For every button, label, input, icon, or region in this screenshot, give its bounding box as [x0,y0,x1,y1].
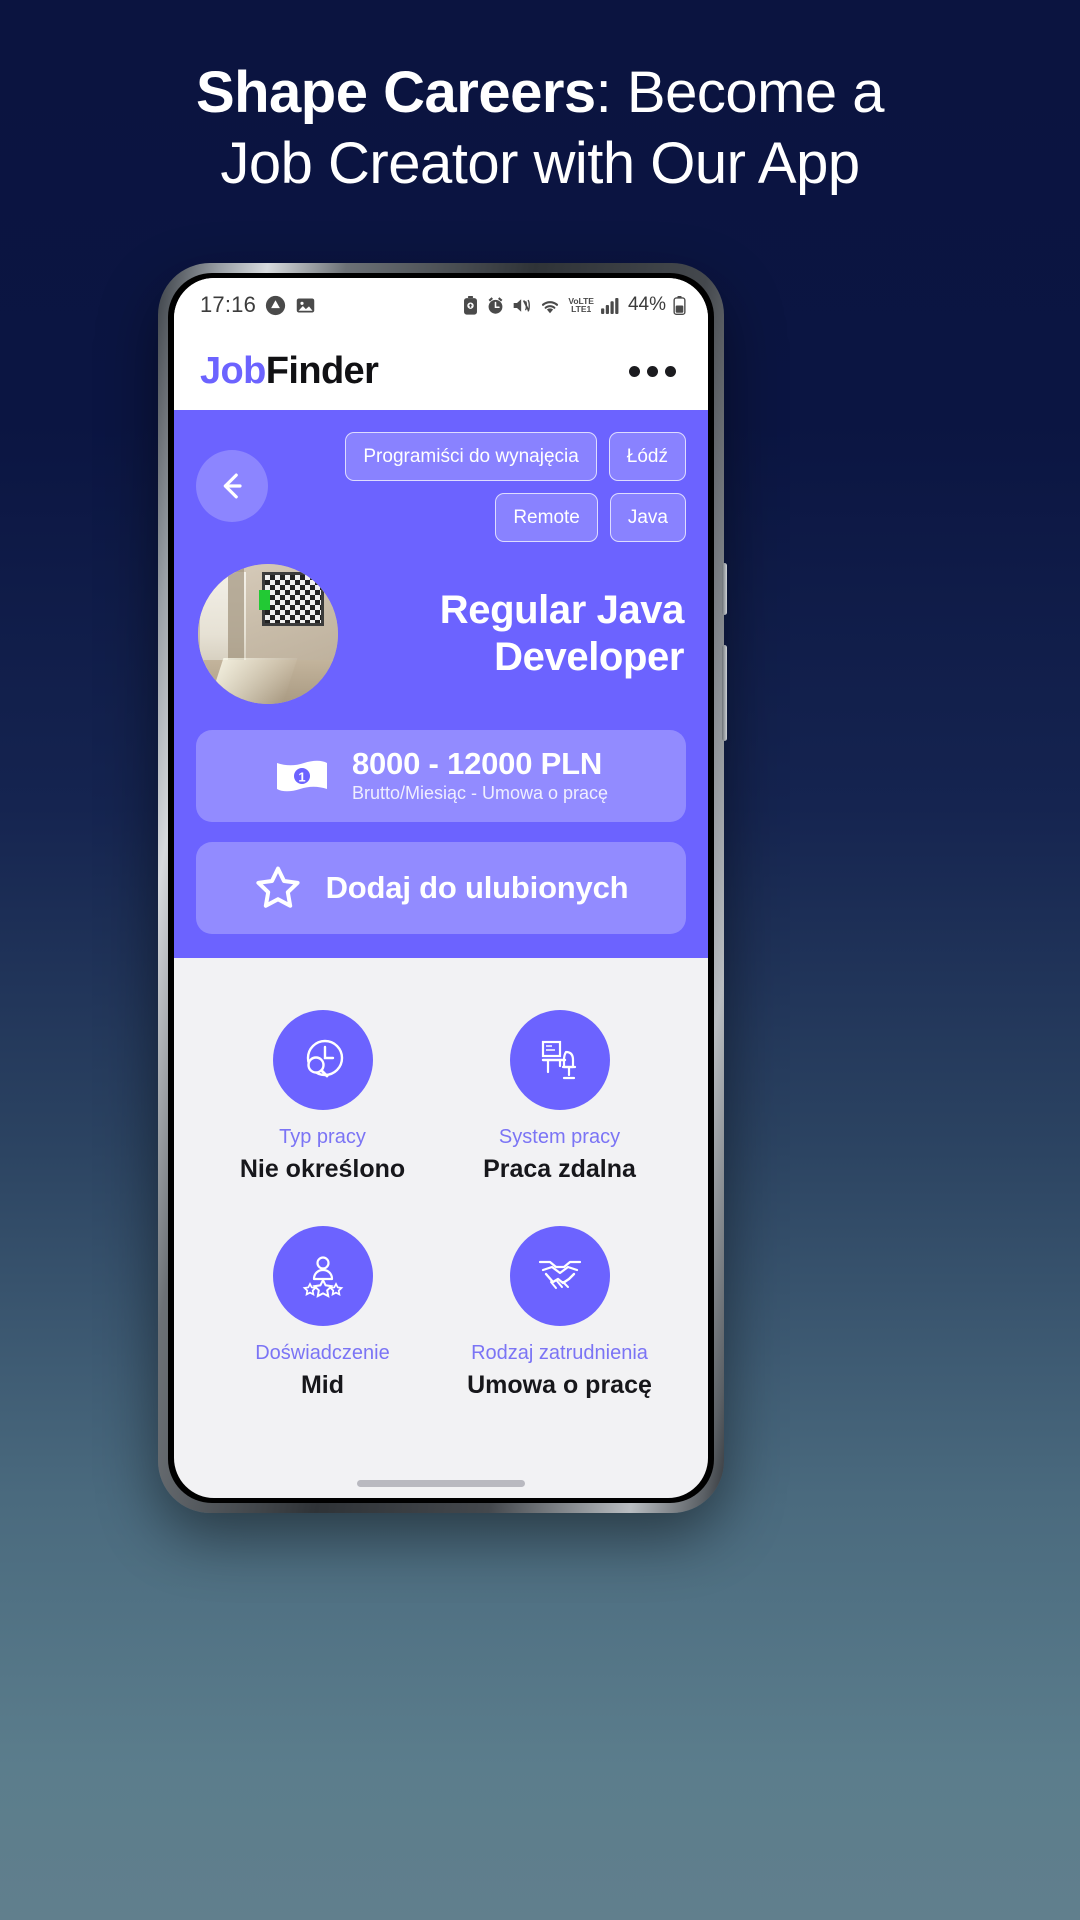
phone-screen: 17:16 VoLTE LTE1 44% JobFinder Programiś… [174,278,708,1498]
volte-indicator: VoLTE LTE1 [568,297,594,314]
menu-dot [647,365,658,377]
status-bar-right: VoLTE LTE1 44% [462,294,686,316]
svg-text:1: 1 [298,770,305,785]
detail-cell-job-type[interactable]: Typ pracy Nie określono [204,1010,441,1184]
job-header-row: Regular Java Developer [196,564,686,704]
job-details-grid: Typ pracy Nie określono System pracy Pra… [174,958,708,1410]
star-outline-icon [254,865,302,911]
promo-headline-rest: : Become a [595,60,885,125]
promo-headline-strong: Shape Careers [195,60,596,125]
app-logo[interactable]: JobFinder [200,349,379,393]
promo-headline-line2: Job Creator with Our App [220,130,860,196]
detail-value: Mid [300,1371,345,1399]
detail-value: Nie określono [239,1155,406,1183]
battery-saver-icon [462,295,479,315]
mute-icon [512,296,532,315]
phone-power-button [722,645,727,741]
avatar-light-beam [208,658,298,704]
job-tag-list: Programiści do wynajęcia Łódź Remote Jav… [278,428,686,542]
promo-headline-line1: Shape Careers: Become a [0,58,1080,129]
job-hero-section: Programiści do wynajęcia Łódź Remote Jav… [174,410,708,958]
volte-label-bottom: LTE1 [571,304,592,314]
detail-label: System pracy [498,1126,621,1148]
avatar-checkerboard [262,572,324,626]
wifi-icon [539,296,561,315]
banknote-icon: 1 [274,757,330,795]
photo-icon [295,295,316,316]
detail-label: Doświadczenie [255,1342,390,1364]
job-tag-chip[interactable]: Programiści do wynajęcia [345,432,597,481]
detail-cell-contract-type[interactable]: Rodzaj zatrudnienia Umowa o pracę [441,1226,678,1400]
salary-amount: 8000 - 12000 PLN [351,746,603,782]
detail-cell-experience[interactable]: Doświadczenie Mid [204,1226,441,1400]
promo-headline: Shape Careers: Become a Job Creator with… [0,58,1080,200]
avatar-green-marker [259,590,270,610]
detail-value: Umowa o pracę [467,1371,652,1399]
status-bar-left: 17:16 [200,292,316,318]
battery-percentage: 44% [627,294,666,315]
salary-details: Brutto/Miesiąc - Umowa o pracę [351,783,609,804]
job-title-line2: Developer [494,635,684,679]
detail-cell-work-system[interactable]: System pracy Praca zdalna [441,1010,678,1184]
detail-label: Rodzaj zatrudnienia [471,1342,648,1364]
phone-mockup: 17:16 VoLTE LTE1 44% JobFinder Programiś… [158,263,727,1513]
desk-chair-icon [509,1010,610,1110]
detail-label: Typ pracy [279,1126,366,1148]
app-logo-first: Job [200,349,266,392]
status-time: 17:16 [200,292,257,317]
add-to-favorites-label: Dodaj do ulubionych [325,870,629,905]
back-arrow-icon [215,469,249,503]
job-tag-chip[interactable]: Remote [495,493,598,542]
status-bar: 17:16 VoLTE LTE1 44% [174,278,708,332]
company-avatar[interactable] [198,564,338,704]
detail-value: Praca zdalna [483,1155,636,1183]
menu-dot [665,365,676,377]
job-tag-chip[interactable]: Łódź [608,432,686,481]
back-button[interactable] [196,450,268,522]
battery-icon [673,295,686,315]
clock-search-icon [272,1010,373,1110]
job-tag-chip[interactable]: Java [609,493,686,542]
handshake-icon [509,1226,610,1326]
app-logo-second: Finder [265,349,379,392]
job-title: Regular Java Developer [356,587,685,681]
overflow-menu-icon[interactable] [627,356,678,387]
job-title-line1: Regular Java [439,587,685,632]
app-badge-icon [265,295,286,316]
salary-card[interactable]: 1 8000 - 12000 PLN Brutto/Miesiąc - Umow… [196,730,686,822]
phone-bezel: 17:16 VoLTE LTE1 44% JobFinder Programiś… [168,273,714,1503]
salary-text: 8000 - 12000 PLN Brutto/Miesiąc - Umowa … [352,747,608,805]
alarm-icon [486,296,505,315]
menu-dot [629,365,640,377]
home-indicator[interactable] [357,1480,525,1487]
hero-top-row: Programiści do wynajęcia Łódź Remote Jav… [196,428,686,542]
add-to-favorites-button[interactable]: Dodaj do ulubionych [196,842,686,934]
person-stars-icon [272,1226,373,1326]
app-bar: JobFinder [174,332,708,410]
phone-volume-button [722,563,727,615]
signal-bars-icon [601,297,620,314]
